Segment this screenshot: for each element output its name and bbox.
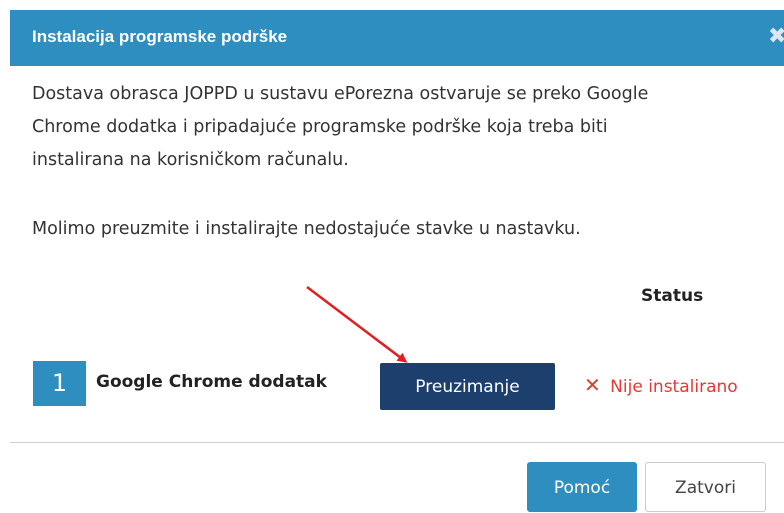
intro-paragraph: Dostava obrasca JOPPD u sustavu ePorezna… — [32, 78, 782, 177]
dialog-header: Instalacija programske podrške ✖ — [10, 10, 784, 66]
red-arrow-annotation — [306, 286, 408, 363]
status-indicator: ✕ Nije instalirano — [584, 373, 738, 397]
intro-line: instalirana na korisničkom računalu. — [32, 150, 349, 170]
item-name: Google Chrome dodatak — [96, 372, 327, 392]
x-icon: ✕ — [584, 373, 601, 397]
close-button[interactable]: Zatvori — [645, 462, 766, 512]
dialog-title: Instalacija programske podrške — [32, 27, 288, 46]
footer-divider — [10, 442, 784, 443]
intro-line: Chrome dodatka i pripadajuće programske … — [32, 117, 608, 137]
close-icon[interactable]: ✖ — [768, 24, 784, 50]
download-button[interactable]: Preuzimanje — [380, 363, 555, 410]
item-number-badge: 1 — [33, 361, 86, 406]
intro-line: Dostava obrasca JOPPD u sustavu ePorezna… — [32, 84, 649, 104]
instruction-text: Molimo preuzmite i instalirajte nedostaj… — [32, 219, 581, 239]
help-button[interactable]: Pomoć — [527, 462, 637, 512]
status-column-header: Status — [641, 286, 704, 306]
status-text: Nije instalirano — [610, 377, 738, 397]
